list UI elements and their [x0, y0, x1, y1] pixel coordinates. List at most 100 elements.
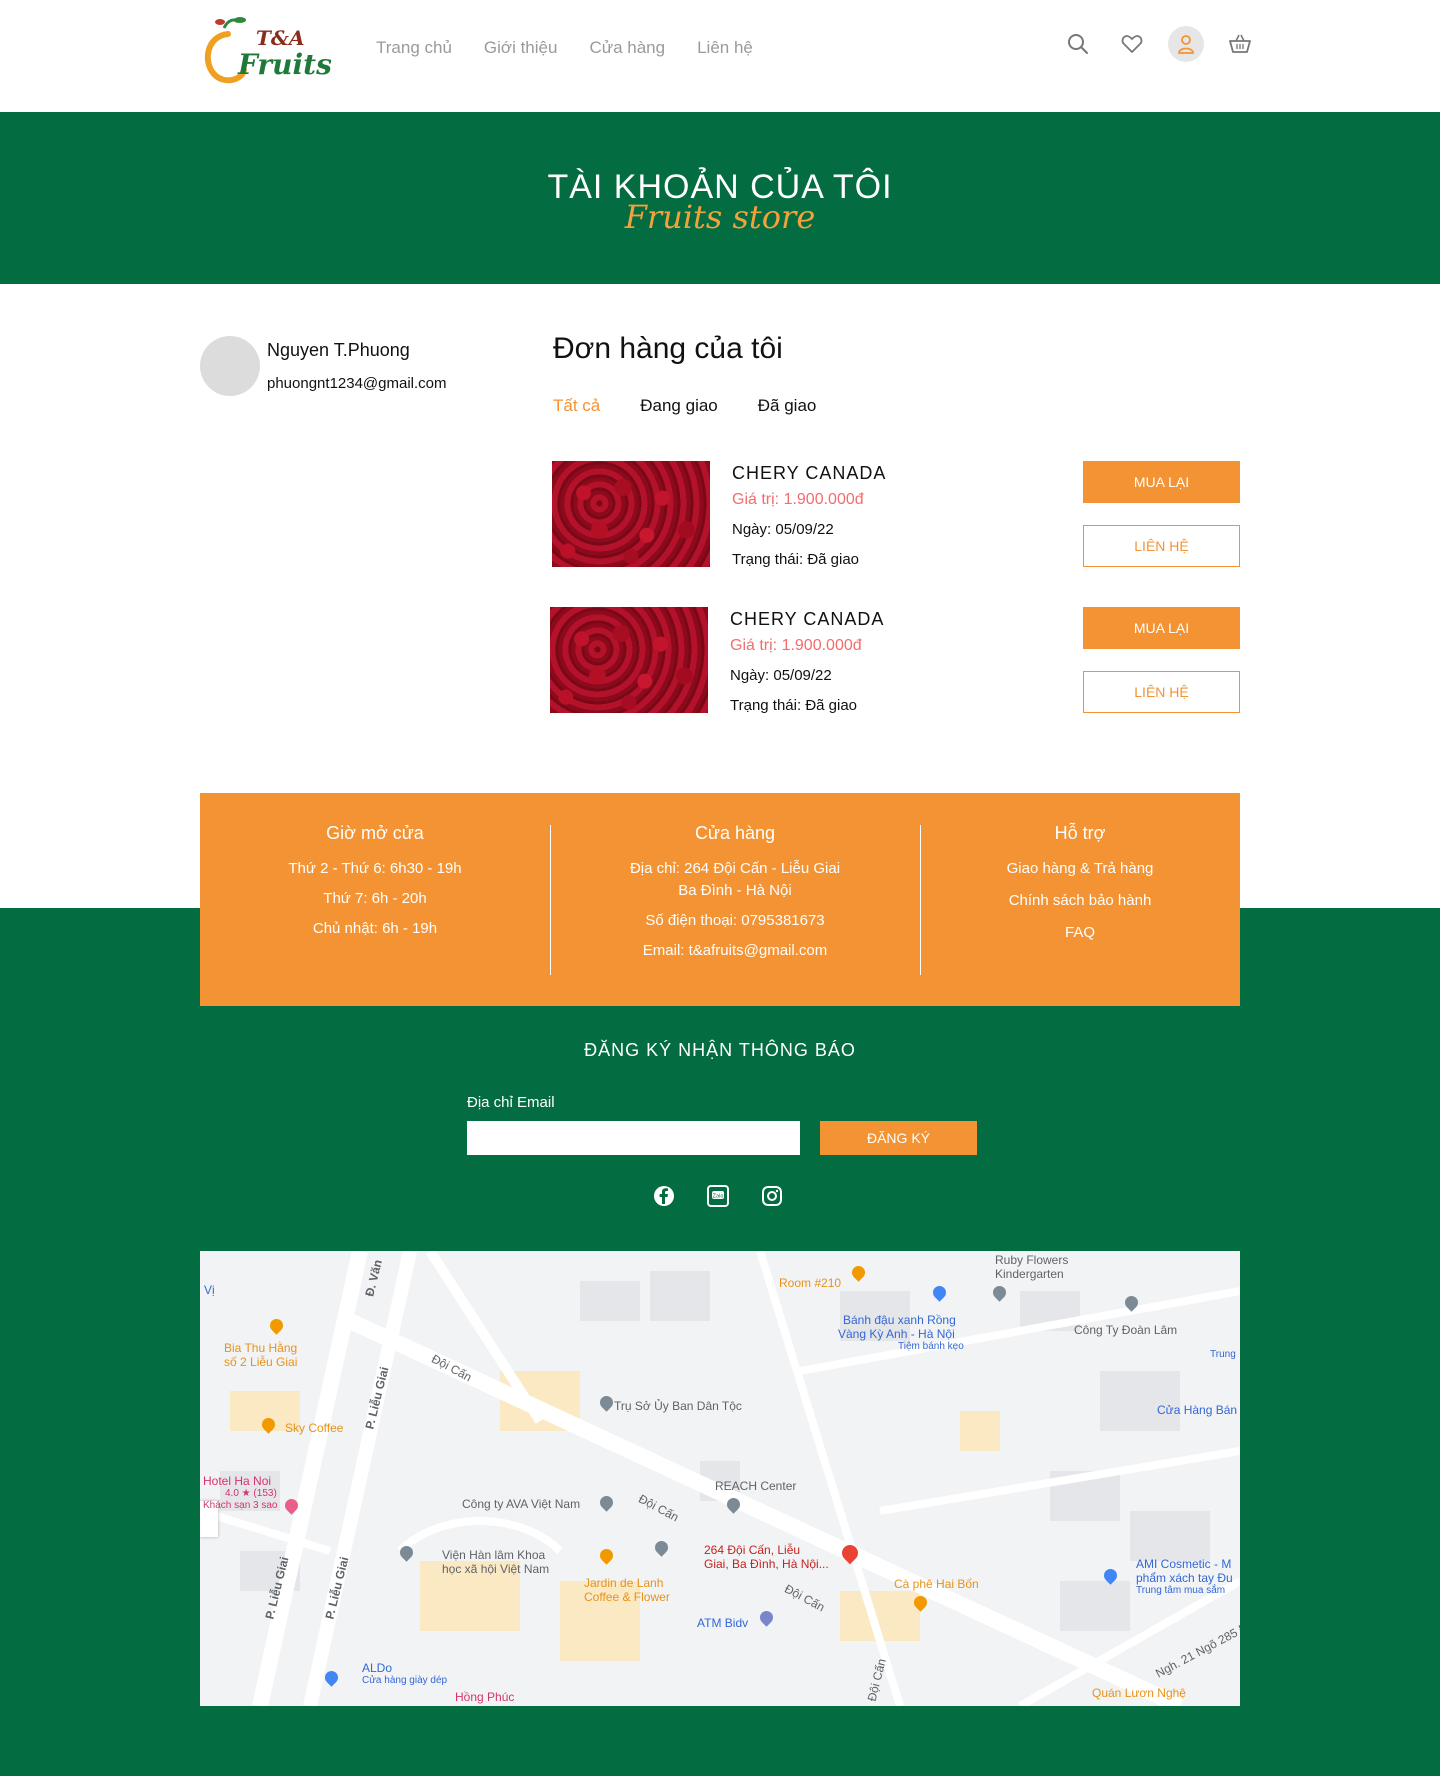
- nav-contact[interactable]: Liên hệ: [697, 38, 753, 58]
- support-link-warranty[interactable]: Chính sách bảo hành: [920, 890, 1240, 912]
- nav-home[interactable]: Trang chủ: [376, 38, 452, 58]
- instagram-icon[interactable]: [760, 1184, 784, 1208]
- tab-all[interactable]: Tất cả: [553, 396, 600, 416]
- map-label: Bánh đậu xanh Rồng: [843, 1313, 956, 1327]
- order-tabs: Tất cả Đang giao Đã giao: [553, 396, 816, 416]
- map-label: số 2 Liễu Giai: [224, 1355, 298, 1369]
- store-info-box: Giờ mở cửa Thứ 2 - Thứ 6: 6h30 - 19h Thứ…: [200, 793, 1240, 1006]
- nav-about[interactable]: Giới thiệu: [484, 38, 558, 58]
- map-label: Viện Hàn lâm Khoa: [442, 1548, 546, 1562]
- map-label: Vàng Kỳ Anh - Hà Nội: [838, 1327, 955, 1341]
- store-map[interactable]: Ruby Flowers Kindergarten Room #210 Bánh…: [200, 1251, 1240, 1706]
- product-name[interactable]: CHERY CANADA: [732, 463, 886, 484]
- main-nav: Trang chủ Giới thiệu Cửa hàng Liên hệ: [376, 38, 753, 58]
- opening-hours-title: Giờ mở cửa: [326, 823, 424, 843]
- header-icons: [1060, 26, 1258, 62]
- map-label: Quán Lươn Nghệ: [1092, 1686, 1186, 1700]
- store-address: Địa chỉ: 264 Đội Cấn - Liễu Giai: [629, 860, 841, 877]
- map-label: Jardin de Lanh: [584, 1576, 664, 1590]
- map-label: Trụ Sở Ủy Ban Dân Tộc: [614, 1399, 742, 1413]
- zalo-icon[interactable]: Zalo: [706, 1184, 730, 1208]
- logo-text-bottom: Fruits: [238, 48, 332, 81]
- map-label: Ruby Flowers: [995, 1253, 1069, 1267]
- cart-icon[interactable]: [1222, 26, 1258, 62]
- tab-shipping[interactable]: Đang giao: [640, 396, 718, 416]
- contact-button[interactable]: LIÊN HỆ: [1083, 671, 1240, 713]
- orders-title: Đơn hàng của tôi: [553, 332, 783, 365]
- order-item: CHERY CANADA Giá trị: 1.900.000đ Ngày: 0…: [550, 607, 1240, 717]
- order-item: CHERY CANADA Giá trị: 1.900.000đ Ngày: 0…: [552, 461, 1242, 571]
- map-label: REACH Center: [715, 1479, 797, 1493]
- map-label: Cà phê Hai Bốn: [894, 1577, 979, 1591]
- order-date: Ngày: 05/09/22: [730, 667, 832, 684]
- heart-icon[interactable]: [1114, 26, 1150, 62]
- svg-text:Zalo: Zalo: [713, 1194, 724, 1200]
- order-date: Ngày: 05/09/22: [732, 521, 834, 538]
- map-label: ALDo: [362, 1661, 393, 1675]
- nav-shop[interactable]: Cửa hàng: [589, 38, 665, 58]
- map-label: Giai, Ba Đình, Hà Nội...: [704, 1557, 829, 1571]
- support-link-faq[interactable]: FAQ: [920, 922, 1240, 944]
- map-label: phẩm xách tay Đu: [1136, 1571, 1233, 1585]
- support-title: Hỗ trợ: [1054, 823, 1106, 843]
- map-label: Kindergarten: [995, 1267, 1064, 1281]
- product-image[interactable]: [550, 607, 708, 713]
- store-title: Cửa hàng: [694, 823, 776, 843]
- map-label: 264 Đội Cấn, Liễu: [704, 1543, 801, 1557]
- social-links: Zalo: [652, 1184, 784, 1208]
- tab-delivered[interactable]: Đã giao: [758, 396, 817, 416]
- search-icon[interactable]: [1060, 26, 1096, 62]
- user-name: Nguyen T.Phuong: [267, 340, 410, 360]
- hours-line: Thứ 2 - Thứ 6: 6h30 - 19h: [288, 860, 462, 877]
- email-input[interactable]: [467, 1121, 800, 1155]
- facebook-icon[interactable]: [652, 1184, 676, 1208]
- map-label: Cửa hàng giày dép: [362, 1675, 448, 1686]
- map-label: Trung tâm mua sắm: [1136, 1585, 1226, 1596]
- newsletter-title: ĐĂNG KÝ NHẬN THÔNG BÁO: [584, 1040, 856, 1060]
- product-name[interactable]: CHERY CANADA: [730, 609, 884, 630]
- map-label: Khách sạn 3 sao: [203, 1500, 278, 1511]
- subscribe-button[interactable]: ĐĂNG KÝ: [820, 1121, 977, 1155]
- user-icon[interactable]: [1168, 26, 1204, 62]
- logo[interactable]: T&A Fruits: [198, 14, 332, 88]
- support: Hỗ trợ Giao hàng & Trả hàng Chính sách b…: [920, 823, 1240, 952]
- site-header: T&A Fruits Trang chủ Giới thiệu Cửa hàng…: [0, 0, 1440, 112]
- map-label: Trung: [1210, 1349, 1236, 1360]
- store-details: Cửa hàng Địa chỉ: 264 Đội Cấn - Liễu Gia…: [550, 823, 920, 970]
- order-price: Giá trị: 1.900.000đ: [730, 637, 862, 654]
- map-label: Hồng Phúc: [455, 1690, 515, 1704]
- order-price: Giá trị: 1.900.000đ: [732, 491, 864, 508]
- map-label: 4.0 ★ (153): [225, 1488, 277, 1499]
- map-label: ATM Bidv: [697, 1616, 749, 1630]
- store-phone[interactable]: Số điện thoại: 0795381673: [550, 910, 920, 932]
- contact-button[interactable]: LIÊN HỆ: [1083, 525, 1240, 567]
- map-label: AMI Cosmetic - M: [1136, 1557, 1232, 1571]
- page-subtitle: Fruits store: [624, 198, 816, 236]
- map-label: Coffee & Flower: [584, 1590, 670, 1604]
- page-banner: TÀI KHOẢN CỦA TÔI Fruits store: [0, 112, 1440, 284]
- map-label: Bia Thu Hằng: [224, 1341, 298, 1355]
- support-link-shipping[interactable]: Giao hàng & Trả hàng: [920, 858, 1240, 880]
- map-label: Room #210: [779, 1276, 842, 1290]
- hours-line: Thứ 7: 6h - 20h: [323, 890, 427, 907]
- buy-again-button[interactable]: MUA LẠI: [1083, 607, 1240, 649]
- map-label: Công ty AVA Việt Nam: [462, 1497, 581, 1511]
- hours-line: Chủ nhật: 6h - 19h: [312, 920, 438, 937]
- order-status: Trạng thái: Đã giao: [730, 697, 858, 714]
- order-status: Trạng thái: Đã giao: [732, 551, 860, 568]
- map-label: Vị: [204, 1283, 215, 1297]
- store-email[interactable]: Email: t&afruits@gmail.com: [550, 940, 920, 962]
- store-address-2: Ba Đình - Hà Nội: [678, 882, 792, 899]
- map-label: Tiệm bánh kẹo: [898, 1341, 964, 1352]
- map-label: Sky Coffee: [285, 1421, 344, 1435]
- buy-again-button[interactable]: MUA LẠI: [1083, 461, 1240, 503]
- avatar[interactable]: [200, 336, 260, 396]
- map-label: Công Ty Đoàn Lâm: [1074, 1323, 1178, 1337]
- logo-text-top: T&A: [256, 26, 305, 50]
- user-email: phuongnt1234@gmail.com: [267, 375, 447, 392]
- map-label: Hotel Ha Noi: [203, 1474, 272, 1488]
- map-label: học xã hội Việt Nam: [442, 1562, 550, 1576]
- product-image[interactable]: [552, 461, 710, 567]
- email-label: Địa chỉ Email: [467, 1094, 555, 1111]
- map-label: Cửa Hàng Bán: [1157, 1403, 1238, 1417]
